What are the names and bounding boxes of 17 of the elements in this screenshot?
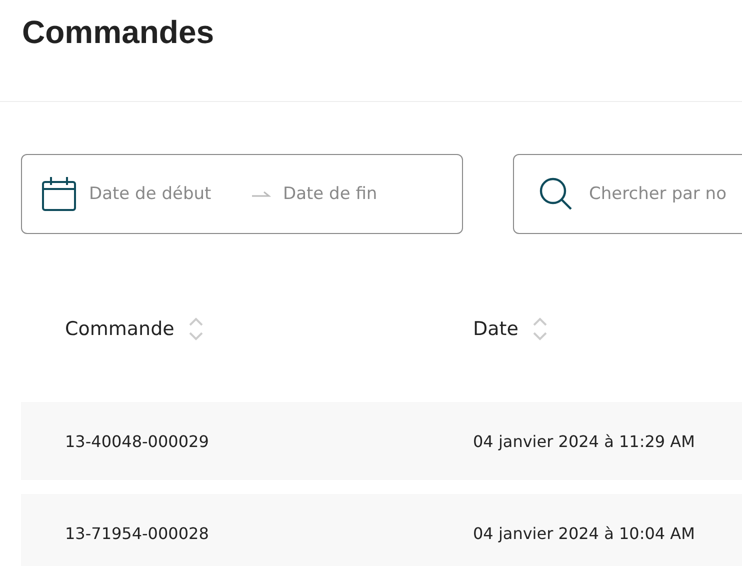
table-cell: 13-71954-000028 bbox=[65, 524, 209, 542]
column-header[interactable]: Date bbox=[473, 318, 518, 340]
table-row[interactable]: 13-40048-000029 04 janvier 2024 à 11:29 AM bbox=[21, 402, 742, 480]
search-field[interactable]: Chercher par no bbox=[513, 154, 742, 234]
sort-icon[interactable] bbox=[532, 316, 548, 342]
date-range-field[interactable]: Date de début Date de fin bbox=[21, 154, 463, 234]
table-cell: 04 janvier 2024 à 11:29 AM bbox=[473, 432, 695, 450]
table-cell: 04 janvier 2024 à 10:04 AM bbox=[473, 524, 695, 542]
search-icon bbox=[538, 176, 574, 212]
table-row[interactable]: 13-71954-000028 04 janvier 2024 à 10:04 AM bbox=[21, 494, 742, 566]
page-title: Commandes bbox=[22, 14, 214, 51]
end-date-input[interactable]: Date de fin bbox=[283, 184, 413, 204]
calendar-icon bbox=[41, 176, 77, 212]
column-header[interactable]: Commande bbox=[65, 318, 174, 340]
sort-icon[interactable] bbox=[188, 316, 204, 342]
table-cell: 13-40048-000029 bbox=[65, 432, 209, 450]
start-date-input[interactable]: Date de début bbox=[89, 184, 239, 204]
